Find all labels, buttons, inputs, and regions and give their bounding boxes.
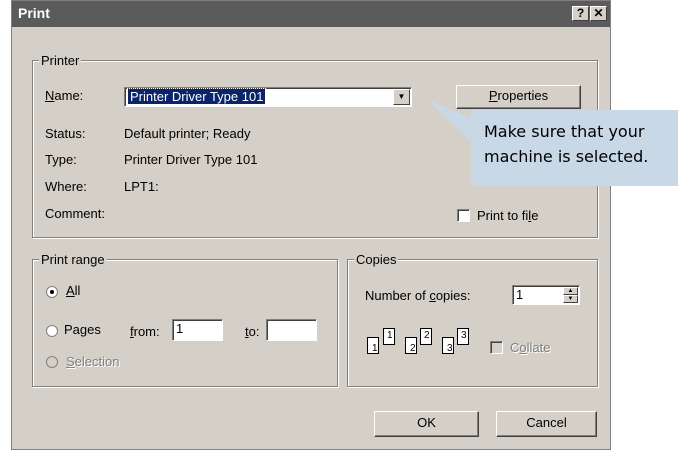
callout-line-2: machine is selected. — [484, 147, 649, 166]
callout-text: Make sure that your machine is selected. — [484, 119, 648, 169]
callout-box: Make sure that your machine is selected. — [471, 110, 678, 186]
callout-line-1: Make sure that your — [484, 122, 645, 141]
callout-pointer — [428, 100, 471, 142]
